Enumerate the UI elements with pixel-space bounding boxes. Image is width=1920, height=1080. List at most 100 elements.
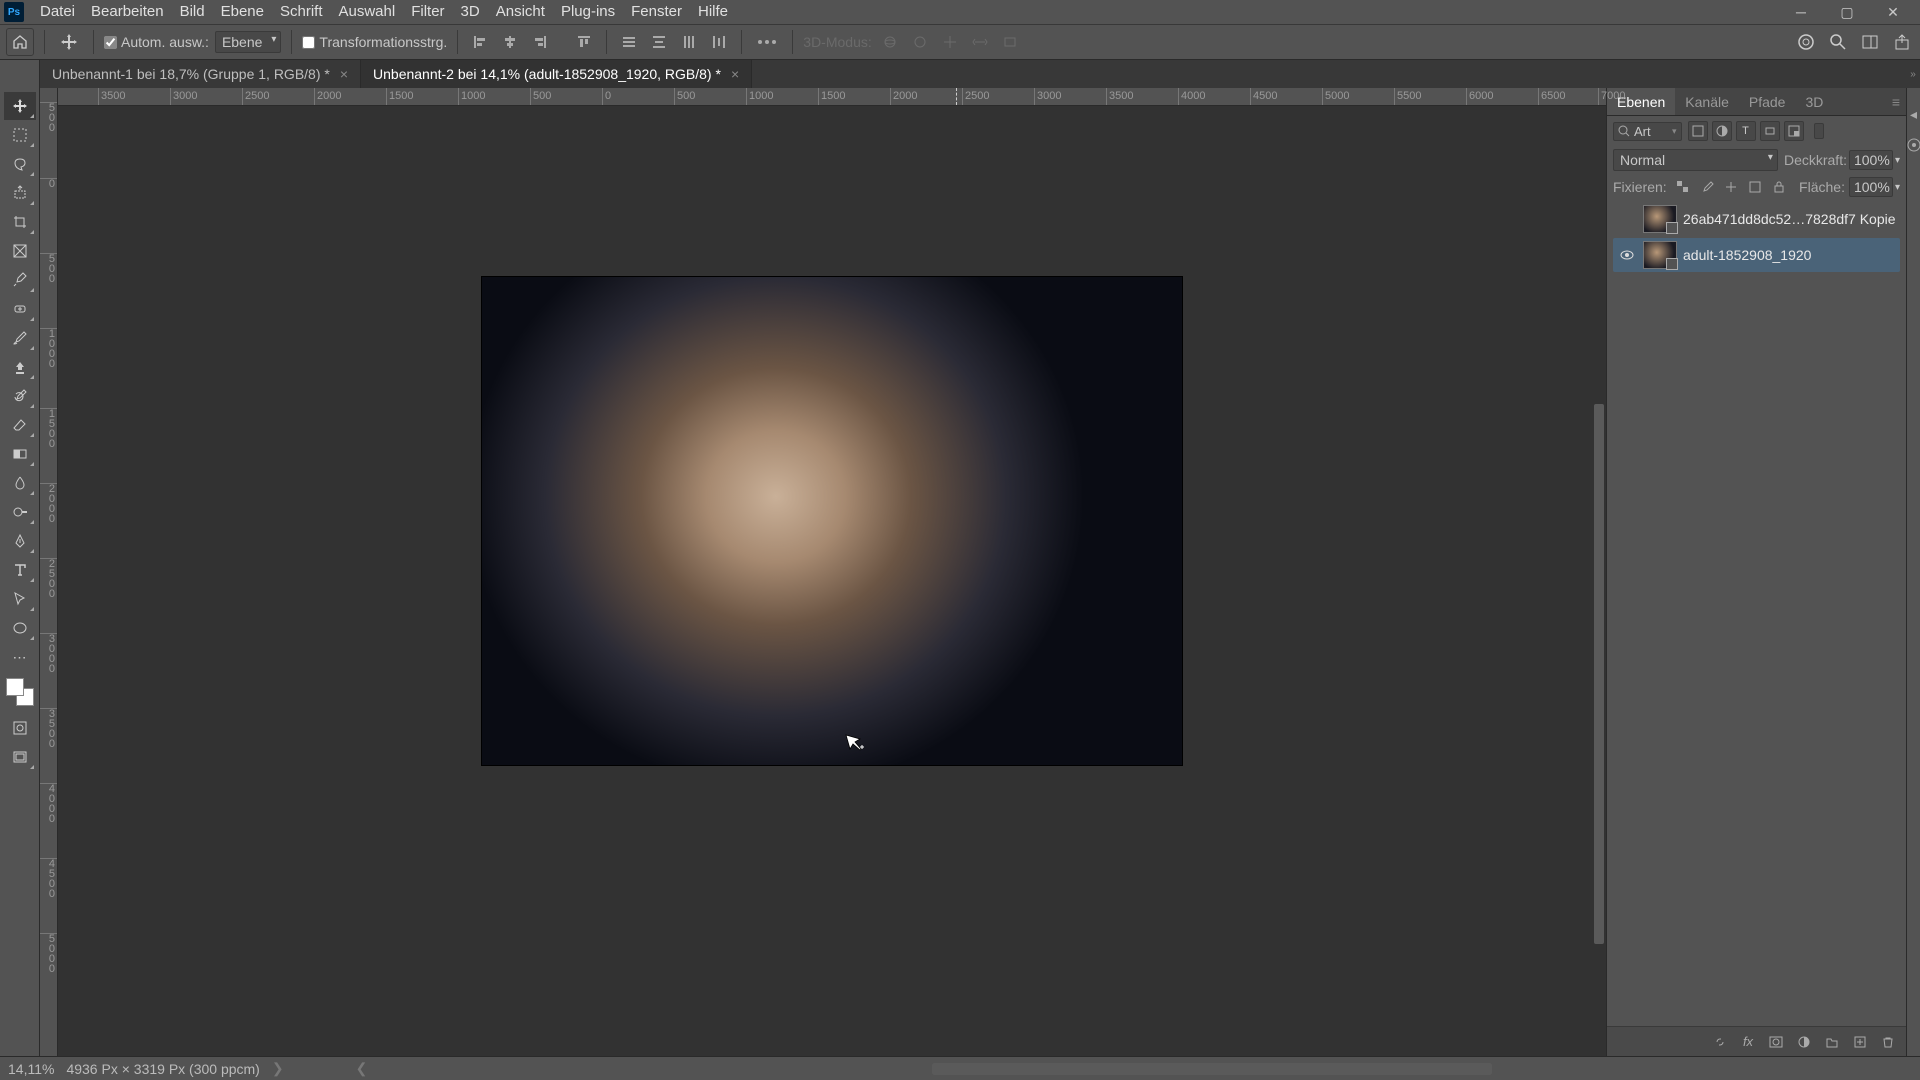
document-info[interactable]: 4936 Px × 3319 Px (300 ppcm)	[66, 1061, 259, 1077]
layer-visibility-toggle[interactable]	[1617, 245, 1637, 265]
layer-name[interactable]: 26ab471dd8dc52…7828df7 Kopie	[1683, 211, 1896, 227]
move-tool[interactable]	[4, 92, 36, 120]
menu-auswahl[interactable]: Auswahl	[331, 0, 404, 24]
window-close-button[interactable]: ✕	[1870, 0, 1916, 24]
foreground-color-swatch[interactable]	[6, 678, 24, 696]
layer-row[interactable]: 26ab471dd8dc52…7828df7 Kopie	[1613, 202, 1900, 236]
layer-thumbnail[interactable]	[1643, 241, 1677, 269]
3d-pan-button[interactable]	[938, 30, 962, 54]
distribute-top-button[interactable]	[617, 30, 641, 54]
search-icon[interactable]	[1826, 30, 1850, 54]
workspace-icon[interactable]	[1858, 30, 1882, 54]
filter-pixel-icon[interactable]	[1688, 121, 1708, 141]
type-tool[interactable]	[4, 556, 36, 584]
distribute-horizontal-button[interactable]	[707, 30, 731, 54]
lock-artboard-button[interactable]	[1745, 177, 1765, 197]
distribute-vertical-center-button[interactable]	[647, 30, 671, 54]
layer-filter-input[interactable]	[1634, 124, 1668, 139]
menu-bild[interactable]: Bild	[172, 0, 213, 24]
eyedropper-tool[interactable]	[4, 266, 36, 294]
tab-overflow-icon[interactable]: »	[1906, 60, 1920, 88]
layer-mask-button[interactable]	[1766, 1032, 1786, 1052]
eraser-tool[interactable]	[4, 411, 36, 439]
3d-orbit-button[interactable]	[878, 30, 902, 54]
horizontal-ruler[interactable]: 3500 3000 2500 2000 1500 1000 500 0 500 …	[58, 88, 1606, 106]
blend-mode-dropdown[interactable]: Normal	[1613, 149, 1778, 171]
menu-datei[interactable]: Datei	[32, 0, 83, 24]
lock-all-button[interactable]	[1769, 177, 1789, 197]
transform-controls-checkbox[interactable]: Transformationsstrg.	[302, 34, 447, 50]
brush-tool[interactable]	[4, 324, 36, 352]
menu-ebene[interactable]: Ebene	[213, 0, 272, 24]
quick-selection-tool[interactable]	[4, 179, 36, 207]
menu-plugins[interactable]: Plug-ins	[553, 0, 623, 24]
document-image[interactable]	[482, 277, 1182, 765]
align-horizontal-center-button[interactable]	[498, 30, 522, 54]
tab-kanaele[interactable]: Kanäle	[1675, 88, 1739, 115]
close-tab-icon[interactable]: ×	[340, 66, 348, 82]
blur-tool[interactable]	[4, 469, 36, 497]
clone-stamp-tool[interactable]	[4, 353, 36, 381]
pen-tool[interactable]	[4, 527, 36, 555]
frame-tool[interactable]	[4, 237, 36, 265]
gradient-tool[interactable]	[4, 440, 36, 468]
layer-filter-type-dropdown[interactable]: ▾	[1613, 122, 1682, 141]
vertical-scrollbar[interactable]	[1592, 124, 1606, 1056]
history-brush-tool[interactable]	[4, 382, 36, 410]
align-left-edges-button[interactable]	[468, 30, 492, 54]
layer-thumbnail[interactable]	[1643, 205, 1677, 233]
layer-visibility-toggle[interactable]	[1617, 209, 1637, 229]
canvas[interactable]	[58, 106, 1606, 1056]
menu-schrift[interactable]: Schrift	[272, 0, 331, 24]
document-tab-2[interactable]: Unbenannt-2 bei 14,1% (adult-1852908_192…	[361, 60, 752, 88]
share-icon[interactable]	[1890, 30, 1914, 54]
menu-hilfe[interactable]: Hilfe	[690, 0, 736, 24]
layer-style-button[interactable]: fx	[1738, 1032, 1758, 1052]
filter-shape-icon[interactable]	[1760, 121, 1780, 141]
3d-roll-button[interactable]	[908, 30, 932, 54]
delete-layer-button[interactable]	[1878, 1032, 1898, 1052]
crop-tool[interactable]	[4, 208, 36, 236]
3d-slide-button[interactable]	[968, 30, 992, 54]
horizontal-scrollbar[interactable]	[932, 1063, 1492, 1075]
window-minimize-button[interactable]: ─	[1778, 0, 1824, 24]
healing-brush-tool[interactable]	[4, 295, 36, 323]
layer-name[interactable]: adult-1852908_1920	[1683, 247, 1811, 263]
auto-select-target-dropdown[interactable]: Ebene	[215, 31, 281, 53]
filter-type-icon[interactable]: T	[1736, 121, 1756, 141]
distribute-bottom-button[interactable]	[677, 30, 701, 54]
color-swatches[interactable]	[6, 678, 34, 706]
filter-smartobject-icon[interactable]	[1784, 121, 1804, 141]
new-layer-button[interactable]	[1850, 1032, 1870, 1052]
tab-3d[interactable]: 3D	[1795, 88, 1833, 115]
horizontal-scrollbar-thumb[interactable]	[932, 1063, 1492, 1075]
marquee-tool[interactable]	[4, 121, 36, 149]
filter-adjustment-icon[interactable]	[1712, 121, 1732, 141]
menu-ansicht[interactable]: Ansicht	[488, 0, 553, 24]
3d-zoom-button[interactable]	[998, 30, 1022, 54]
align-right-edges-button[interactable]	[528, 30, 552, 54]
edit-toolbar-button[interactable]: ⋯	[4, 643, 36, 671]
lasso-tool[interactable]	[4, 150, 36, 178]
status-chevron-icon[interactable]: ❮	[356, 1060, 368, 1077]
filter-toggle-switch[interactable]	[1814, 123, 1824, 139]
path-selection-tool[interactable]	[4, 585, 36, 613]
fill-input[interactable]: 100%	[1849, 177, 1893, 197]
home-button[interactable]	[6, 28, 34, 56]
menu-fenster[interactable]: Fenster	[623, 0, 690, 24]
menu-3d[interactable]: 3D	[453, 0, 488, 24]
menu-bearbeiten[interactable]: Bearbeiten	[83, 0, 172, 24]
close-tab-icon[interactable]: ×	[731, 66, 739, 82]
link-layers-button[interactable]	[1710, 1032, 1730, 1052]
lock-position-button[interactable]	[1721, 177, 1741, 197]
lock-transparency-button[interactable]	[1673, 177, 1693, 197]
zoom-level[interactable]: 14,11%	[8, 1061, 54, 1077]
status-chevron-icon[interactable]: ❯	[272, 1060, 284, 1077]
layer-group-button[interactable]	[1822, 1032, 1842, 1052]
document-tab-1[interactable]: Unbenannt-1 bei 18,7% (Gruppe 1, RGB/8) …	[40, 60, 361, 88]
opacity-input[interactable]: 100%	[1849, 150, 1893, 170]
vertical-ruler[interactable]: 500 0 500 1000 1500 2000 2500 3000 3500 …	[40, 88, 58, 1056]
tab-pfade[interactable]: Pfade	[1739, 88, 1796, 115]
lock-pixels-button[interactable]	[1697, 177, 1717, 197]
align-top-edges-button[interactable]	[572, 30, 596, 54]
